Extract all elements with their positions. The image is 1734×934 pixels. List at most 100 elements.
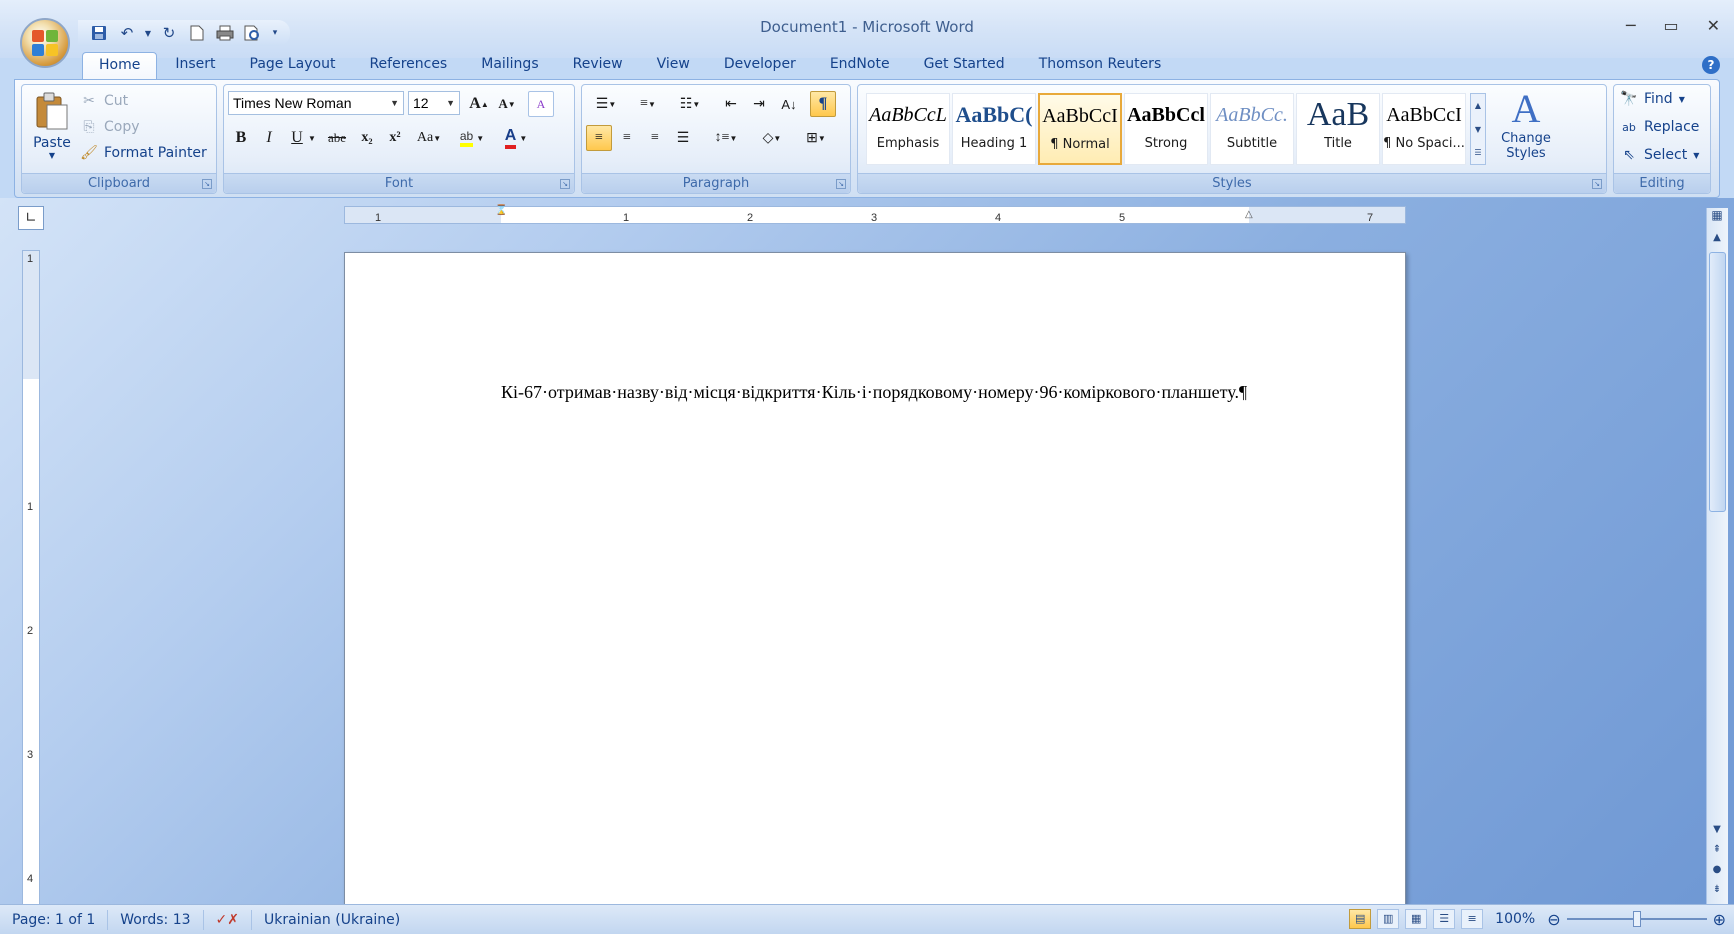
- tab-thomson-reuters[interactable]: Thomson Reuters: [1023, 52, 1178, 80]
- horizontal-ruler[interactable]: 1 1 2 3 4 5 7 ⌛ △: [344, 205, 1406, 224]
- paragraph-launcher-icon[interactable]: ↘: [836, 179, 846, 189]
- show-hide-marks-button[interactable]: ¶: [810, 91, 836, 117]
- clipboard-launcher-icon[interactable]: ↘: [202, 179, 212, 189]
- right-indent-marker[interactable]: △: [1245, 209, 1253, 220]
- tab-selector-icon[interactable]: ∟: [18, 206, 44, 230]
- select-button[interactable]: ⇖ Select ▼: [1620, 143, 1699, 167]
- shading-icon[interactable]: ◇ ▼: [752, 125, 792, 151]
- maximize-icon[interactable]: ▭: [1663, 16, 1678, 35]
- highlight-button[interactable]: ab ▼: [452, 125, 492, 151]
- tab-view[interactable]: View: [641, 52, 706, 80]
- scroll-down-icon[interactable]: ▼: [1707, 824, 1727, 835]
- cut-button[interactable]: ✂ Cut: [80, 89, 128, 113]
- style-title[interactable]: AaB Title: [1296, 93, 1380, 165]
- sort-icon[interactable]: A↓: [776, 91, 802, 117]
- font-family-combo[interactable]: Times New Roman ▼: [228, 91, 404, 115]
- vertical-ruler[interactable]: 1 1 2 3 4: [22, 250, 40, 906]
- align-right-icon[interactable]: ≡: [642, 125, 668, 151]
- previous-page-icon[interactable]: ⇞: [1707, 844, 1727, 855]
- italic-button[interactable]: I: [256, 125, 282, 151]
- close-icon[interactable]: ✕: [1707, 16, 1720, 35]
- zoom-level[interactable]: 100%: [1495, 911, 1535, 927]
- font-color-button[interactable]: A ▼: [496, 125, 536, 151]
- new-icon[interactable]: [186, 22, 208, 44]
- find-button[interactable]: 🔭 Find ▼: [1620, 87, 1685, 111]
- scroll-up-icon[interactable]: ▲: [1707, 232, 1727, 243]
- change-styles-button[interactable]: A Change Styles: [1496, 87, 1556, 171]
- align-left-icon[interactable]: ≡: [586, 125, 612, 151]
- superscript-button[interactable]: x²: [382, 125, 408, 151]
- zoom-out-icon[interactable]: ⊖: [1547, 910, 1560, 929]
- replace-button[interactable]: ab Replace: [1620, 115, 1699, 139]
- font-size-combo[interactable]: 12 ▼: [408, 91, 460, 115]
- shrink-font-button[interactable]: A ▼: [494, 91, 520, 117]
- grow-font-button[interactable]: A ▲: [466, 91, 492, 117]
- more-styles-icon[interactable]: ☰: [1471, 142, 1485, 164]
- subscript-button[interactable]: x₂: [354, 125, 380, 151]
- zoom-slider[interactable]: [1566, 911, 1707, 927]
- print-layout-icon[interactable]: ▤: [1349, 909, 1372, 929]
- style-subtitle[interactable]: AaBbCc. Subtitle: [1210, 93, 1294, 165]
- web-layout-icon[interactable]: ▦: [1405, 909, 1428, 929]
- style-strong[interactable]: AaBbCcl Strong: [1124, 93, 1208, 165]
- tab-review[interactable]: Review: [557, 52, 639, 80]
- view-ruler-icon[interactable]: ▦: [1707, 208, 1727, 222]
- first-line-indent-marker[interactable]: ⌛: [495, 205, 507, 216]
- save-icon[interactable]: [88, 22, 110, 44]
- vertical-scrollbar[interactable]: ▦ ▲ ▼ ⇞ ● ⇟: [1706, 208, 1728, 906]
- zoom-in-icon[interactable]: ⊕: [1713, 910, 1726, 929]
- decrease-indent-icon[interactable]: ⇤: [718, 91, 744, 117]
- tab-references[interactable]: References: [353, 52, 463, 80]
- undo-dropdown-icon[interactable]: ▼: [144, 22, 152, 44]
- tab-insert[interactable]: Insert: [159, 52, 231, 80]
- word-count[interactable]: Words: 13: [108, 909, 204, 930]
- redo-icon[interactable]: ↻: [158, 22, 180, 44]
- copy-button[interactable]: ⎘ Copy: [80, 115, 139, 139]
- paste-button[interactable]: Paste ▼: [28, 89, 76, 169]
- scroll-thumb[interactable]: [1709, 252, 1726, 512]
- next-page-icon[interactable]: ⇟: [1707, 884, 1727, 895]
- customize-qat-icon[interactable]: ▾: [270, 22, 280, 44]
- font-launcher-icon[interactable]: ↘: [560, 179, 570, 189]
- strikethrough-button[interactable]: abe: [324, 125, 350, 151]
- tab-page-layout[interactable]: Page Layout: [234, 52, 352, 80]
- outline-icon[interactable]: ☰: [1433, 909, 1456, 929]
- change-case-button[interactable]: Aa ▼: [412, 125, 446, 151]
- tab-home[interactable]: Home: [82, 52, 158, 80]
- full-screen-reading-icon[interactable]: ▥: [1377, 909, 1400, 929]
- increase-indent-icon[interactable]: ⇥: [746, 91, 772, 117]
- draft-icon[interactable]: ≡: [1461, 909, 1484, 929]
- office-button[interactable]: [20, 18, 70, 68]
- borders-icon[interactable]: ⊞ ▼: [796, 125, 836, 151]
- tab-endnote[interactable]: EndNote: [814, 52, 906, 80]
- style-normal[interactable]: AaBbCcI ¶ Normal: [1038, 93, 1122, 165]
- bold-button[interactable]: B: [228, 125, 254, 151]
- minimize-icon[interactable]: ─: [1626, 16, 1636, 35]
- clear-formatting-button[interactable]: A: [528, 91, 554, 117]
- page-count[interactable]: Page: 1 of 1: [0, 909, 109, 930]
- tab-developer[interactable]: Developer: [708, 52, 812, 80]
- style-emphasis[interactable]: AaBbCcL Emphasis: [866, 93, 950, 165]
- proofing-icon[interactable]: ✓✗: [204, 909, 253, 930]
- document-page[interactable]: Кі-67·отримав·назву·від·місця·відкриття·…: [344, 252, 1406, 912]
- print-preview-icon[interactable]: [242, 22, 264, 44]
- tab-mailings[interactable]: Mailings: [465, 52, 554, 80]
- justify-icon[interactable]: ☰: [670, 125, 696, 151]
- document-body-text[interactable]: Кі-67·отримав·назву·від·місця·відкриття·…: [501, 379, 1261, 405]
- style-no-spacing[interactable]: AaBbCcI ¶ No Spaci...: [1382, 93, 1466, 165]
- bullets-icon[interactable]: ☰ ▼: [586, 91, 626, 117]
- styles-launcher-icon[interactable]: ↘: [1592, 179, 1602, 189]
- print-icon[interactable]: [214, 22, 236, 44]
- line-spacing-icon[interactable]: ↕≡ ▼: [706, 125, 746, 151]
- align-center-icon[interactable]: ≡: [614, 125, 640, 151]
- underline-dropdown-icon[interactable]: ▼: [306, 125, 318, 151]
- zoom-slider-thumb[interactable]: [1632, 911, 1641, 927]
- numbering-icon[interactable]: ≡ ▼: [628, 91, 668, 117]
- style-heading-1[interactable]: AaBbC( Heading 1: [952, 93, 1036, 165]
- chevron-up-icon[interactable]: ▲: [1471, 94, 1485, 118]
- language-indicator[interactable]: Ukrainian (Ukraine): [252, 910, 412, 930]
- chevron-down-icon[interactable]: ▼: [1471, 118, 1485, 142]
- format-painter-button[interactable]: 🖌 Format Painter: [80, 141, 207, 165]
- multilevel-list-icon[interactable]: ☷ ▼: [670, 91, 710, 117]
- help-icon[interactable]: ?: [1702, 56, 1720, 74]
